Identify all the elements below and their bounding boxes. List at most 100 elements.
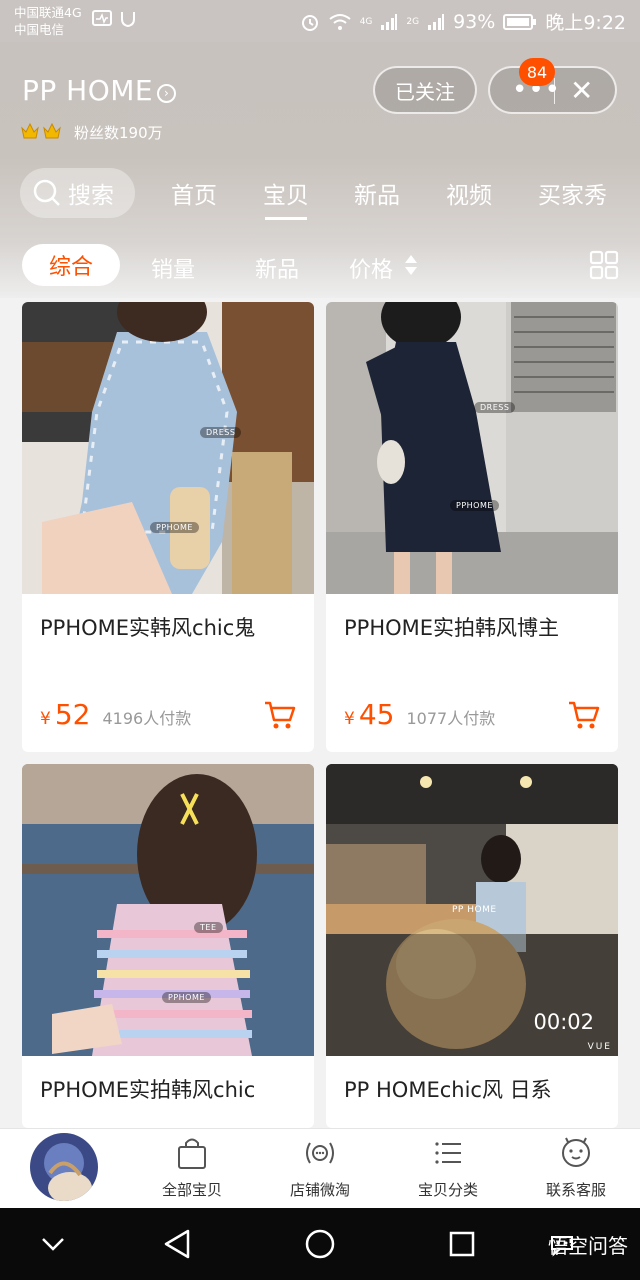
tag-brand: PPHOME [450,500,499,511]
product-card[interactable]: PP HOME 00:02 VUE PP HOMEchic风 日系 [326,764,618,1128]
fans-count: 粉丝数190万 [74,124,163,142]
product-card[interactable]: DRESS PPHOME PPHOME实韩风chic鬼 ¥ 52 4196人付款 [22,302,314,752]
recent-apps-icon[interactable] [448,1230,476,1258]
sort-price-label: 价格 [349,258,394,283]
sort-new[interactable]: 新品 [255,252,299,284]
tab-products[interactable]: 宝贝 [263,176,309,220]
product-price: 45 [358,698,395,731]
cart-icon[interactable] [568,700,600,730]
crown-icon [21,122,39,139]
sort-price[interactable]: 价格 [349,252,418,284]
product-card[interactable]: DRESS PPHOME PPHOME实拍韩风博主 ¥ 45 1077人付款 [326,302,618,752]
crown-icon [43,122,61,139]
chevron-down-icon[interactable] [40,1234,66,1254]
tag-dress: DRESS [200,427,242,438]
video-overlay-text: PP HOME [452,905,497,915]
tab-buyer-show[interactable]: 买家秀 [538,176,607,210]
signal-icon [381,13,398,30]
shield-icon [121,12,135,27]
network-2-label: 2G [406,16,420,27]
tab-home[interactable]: 首页 [171,176,217,210]
grid-view-icon[interactable] [589,250,619,280]
home-icon[interactable] [304,1228,336,1260]
product-photo [22,302,314,594]
capsule-divider [554,78,555,104]
currency-symbol: ¥ [40,709,51,729]
wukong-logo-icon [551,1235,573,1257]
status-right: 4G 2G 93% 晚上9:22 [300,8,626,35]
signal-2-icon [428,13,445,30]
carrier-2: 中国电信 [14,22,65,37]
nav-categories[interactable]: 宝贝分类 [388,1135,508,1200]
tab-video[interactable]: 视频 [446,176,492,210]
product-title: PP HOMEchic风 日系 [344,1078,552,1102]
follow-button[interactable]: 已关注 [373,66,477,114]
sold-count: 4196人付款 [102,709,192,728]
search-button[interactable]: 搜索 [20,168,135,218]
broadcast-icon [306,1142,334,1164]
product-title: PPHOME实拍韩风博主 [344,616,560,640]
system-nav-bar: 悟空问答 [0,1208,640,1280]
product-title: PPHOME实韩风chic鬼 [40,616,256,640]
product-image: DRESS PPHOME [22,302,314,594]
watermark: 悟空问答 [548,1230,628,1259]
alarm-icon [301,14,318,31]
status-bar: 中国联通4G 中国电信 4G 2G 93% 晚上9:22 [0,0,640,42]
close-icon[interactable]: ✕ [570,74,593,107]
price-row: ¥ 52 4196人付款 [40,698,191,731]
battery-icon [503,13,537,30]
product-image: TEE PPHOME [22,764,314,1056]
tag-brand: PPHOME [150,522,199,533]
notification-badge: 84 [519,58,555,86]
chat-bot-icon [562,1137,590,1167]
price-row: ¥ 45 1077人付款 [344,698,495,731]
currency-symbol: ¥ [344,709,355,729]
tag-dress: DRESS [474,402,516,413]
product-image: DRESS PPHOME [326,302,618,594]
network-1-label: 4G [359,16,373,27]
cart-icon[interactable] [264,700,296,730]
shop-name-link[interactable]: PP HOME › [22,74,177,107]
shop-avatar[interactable] [30,1133,98,1201]
sort-comprehensive[interactable]: 综合 [22,244,120,286]
nav-shop-feed[interactable]: 店铺微淘 [260,1135,380,1200]
product-photo [326,302,618,594]
search-label: 搜索 [68,183,114,209]
sort-sales[interactable]: 销量 [151,252,195,284]
shop-rank-crowns [20,122,62,140]
chevron-right-icon: › [157,83,177,103]
product-photo [22,764,314,1056]
back-icon[interactable] [162,1228,192,1260]
tag-tee: TEE [194,922,223,933]
video-duration: 00:02 [533,1010,594,1034]
shop-name: PP HOME [22,74,154,107]
shop-header: PP HOME › 粉丝数190万 已关注 ••• ✕ 84 搜索 首页 宝贝 新… [0,42,640,298]
battery-percent: 93% [453,10,496,33]
shopping-bag-icon [178,1138,206,1169]
nav-label: 联系客服 [545,1181,606,1199]
carrier-info: 中国联通4G 中国电信 [14,4,82,38]
sold-count: 1077人付款 [406,709,496,728]
avatar-image [30,1133,98,1201]
clock: 晚上9:22 [545,12,626,34]
list-icon [435,1142,461,1164]
product-title: PPHOME实拍韩风chic [40,1078,256,1102]
product-card[interactable]: TEE PPHOME PPHOME实拍韩风chic [22,764,314,1128]
video-watermark: VUE [587,1042,612,1052]
status-notification-icons [92,9,136,27]
nav-label: 全部宝贝 [161,1181,222,1199]
tag-brand: PPHOME [162,992,211,1003]
sort-arrows-icon [405,255,418,275]
shop-bottom-nav: 全部宝贝 店铺微淘 宝贝分类 联系客服 [0,1128,640,1208]
activity-icon [92,10,112,26]
product-price: 52 [54,698,91,731]
nav-customer-service[interactable]: 联系客服 [516,1135,636,1200]
nav-label: 宝贝分类 [417,1181,478,1199]
nav-all-products[interactable]: 全部宝贝 [132,1135,252,1200]
search-icon [33,179,60,206]
tab-new[interactable]: 新品 [354,176,400,210]
product-video[interactable]: PP HOME 00:02 VUE [326,764,618,1056]
nav-label: 店铺微淘 [289,1181,350,1199]
carrier-1: 中国联通4G [14,5,82,20]
wifi-icon [329,13,351,30]
